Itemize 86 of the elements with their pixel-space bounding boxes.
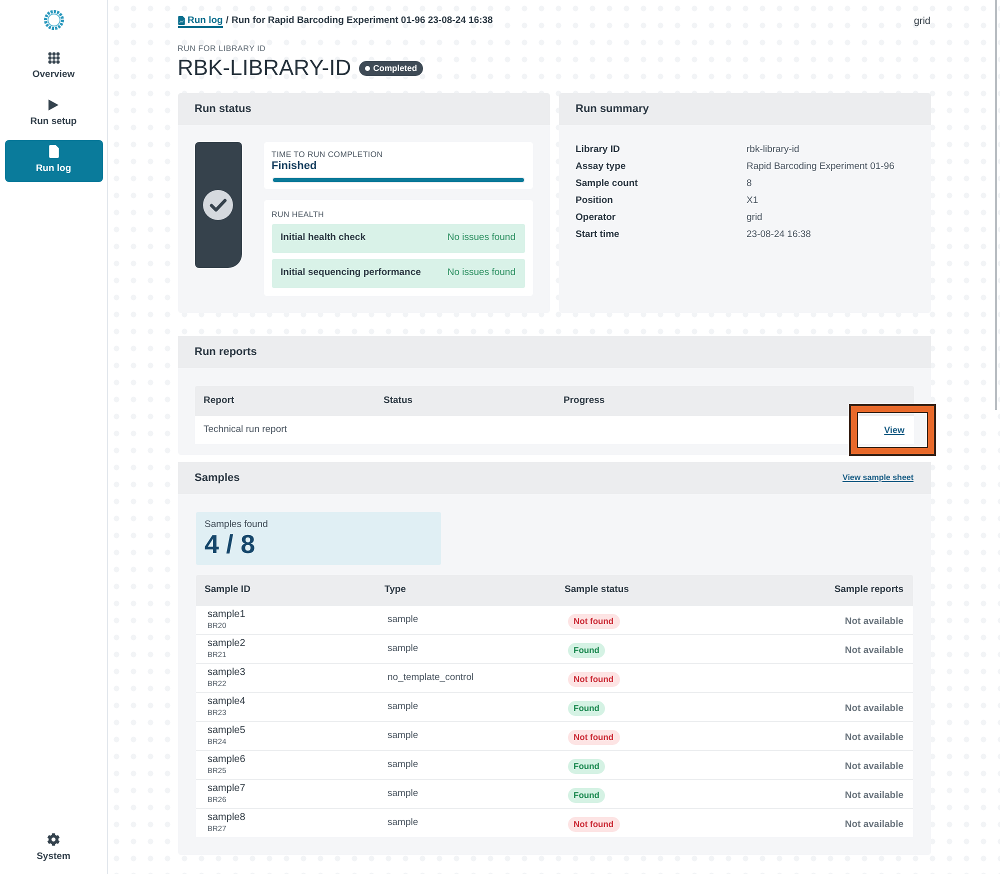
sample-id: sample1 xyxy=(208,609,246,621)
samples-found-label: Samples found xyxy=(204,519,269,530)
check-circle-icon xyxy=(203,190,233,220)
column-header: Type xyxy=(384,582,407,597)
sample-id: sample3 xyxy=(208,667,246,679)
summary-value: X1 xyxy=(746,194,760,208)
status-badge: Found xyxy=(568,788,606,803)
column-header: Sample status xyxy=(564,582,630,597)
sample-report: Not available xyxy=(844,732,904,743)
report-name: Technical run report xyxy=(204,422,287,437)
sample-report: Not available xyxy=(844,819,904,830)
samples-found-count: 4 / 8 xyxy=(204,530,256,558)
breadcrumb-current: Run for Rapid Barcoding Experiment 01-96 23-08-24 16:38 xyxy=(232,14,493,28)
summary-value: 8 xyxy=(746,177,753,192)
grid-icon xyxy=(48,52,60,64)
sidebar-item[interactable]: System xyxy=(4,828,102,870)
summary-value: grid xyxy=(746,211,764,226)
summary-label: Position xyxy=(576,194,614,208)
column-header: Sample ID xyxy=(204,582,252,597)
status-badge: Not found xyxy=(568,816,620,832)
sidebar-item[interactable]: Run setup xyxy=(4,93,102,135)
sample-type: sample xyxy=(386,612,420,627)
summary-label: Sample count xyxy=(576,177,639,192)
sample-type: sample xyxy=(386,700,420,714)
completion-label: TIME TO RUN COMPLETION xyxy=(272,150,384,159)
summary-value: rbk-library-id xyxy=(746,143,800,158)
sample-type: sample xyxy=(386,758,420,772)
breadcrumb-link[interactable]: Run log xyxy=(178,14,223,28)
sample-id: sample5 xyxy=(208,725,246,737)
sample-type: sample xyxy=(386,642,420,656)
sample-type: sample xyxy=(386,728,420,743)
username: grid xyxy=(914,14,930,28)
sample-id: sample8 xyxy=(208,812,246,824)
status-badge: Completed xyxy=(359,60,424,76)
column-header: Status xyxy=(384,394,414,408)
play-icon xyxy=(48,98,59,111)
status-badge: Not found xyxy=(568,730,620,745)
column-header: Report xyxy=(204,394,236,408)
card-title: Run reports xyxy=(194,344,257,360)
check-name: Initial health check xyxy=(280,231,366,246)
summary-label: Operator xyxy=(576,211,617,226)
check-name: Initial sequencing performance xyxy=(280,266,421,280)
status-badge: Found xyxy=(568,642,606,658)
summary-value: Rapid Barcoding Experiment 01-96 xyxy=(746,160,896,174)
sample-id: sample2 xyxy=(208,638,246,650)
page-title: RBK-LIBRARY-ID xyxy=(178,57,352,79)
check-result: No issues found xyxy=(447,266,516,280)
completion-value: Finished xyxy=(272,159,318,173)
sample-type: sample xyxy=(386,786,420,801)
sample-report: Not available xyxy=(844,761,904,772)
summary-label: Assay type xyxy=(576,160,627,174)
eyebrow-label: RUN FOR LIBRARY ID xyxy=(178,44,267,53)
status-badge: Not found xyxy=(568,614,620,629)
sample-report: Not available xyxy=(844,790,904,801)
summary-label: Library ID xyxy=(576,143,621,158)
column-header: Progress xyxy=(564,394,606,408)
sample-id: sample6 xyxy=(208,754,246,766)
status-dot-icon xyxy=(365,66,370,70)
check-result: No issues found xyxy=(447,231,516,246)
summary-label: Start time xyxy=(576,228,620,242)
sidebar-item[interactable]: Overview xyxy=(4,46,102,88)
view-sample-sheet-link[interactable]: View sample sheet xyxy=(842,472,914,484)
sample-report: Not available xyxy=(844,616,904,627)
column-header: Sample reports xyxy=(834,582,904,597)
status-badge: Found xyxy=(568,700,606,716)
summary-value: 23-08-24 16:38 xyxy=(746,228,812,242)
run-health-label: RUN HEALTH xyxy=(272,210,326,219)
document-icon xyxy=(178,16,184,24)
document-icon xyxy=(48,145,58,158)
status-badge: Found xyxy=(568,758,606,774)
sample-type: no_template_control xyxy=(386,670,475,685)
sidebar-item[interactable]: Run log xyxy=(4,140,102,182)
logo-icon xyxy=(42,9,64,31)
card-title: Run summary xyxy=(576,102,649,117)
card-title: Samples xyxy=(194,470,240,486)
status-badge: Not found xyxy=(568,672,620,687)
scrollbar-thumb[interactable] xyxy=(995,0,997,410)
view-link[interactable]: View xyxy=(884,424,904,436)
sample-report: Not available xyxy=(844,703,904,714)
sample-id: sample4 xyxy=(208,696,246,708)
sample-id: sample7 xyxy=(208,783,246,795)
sample-type: sample xyxy=(386,816,420,830)
card-title: Run status xyxy=(194,102,252,117)
settings-icon xyxy=(47,833,60,846)
breadcrumb-separator: / xyxy=(226,14,228,28)
sample-report: Not available xyxy=(844,645,904,656)
